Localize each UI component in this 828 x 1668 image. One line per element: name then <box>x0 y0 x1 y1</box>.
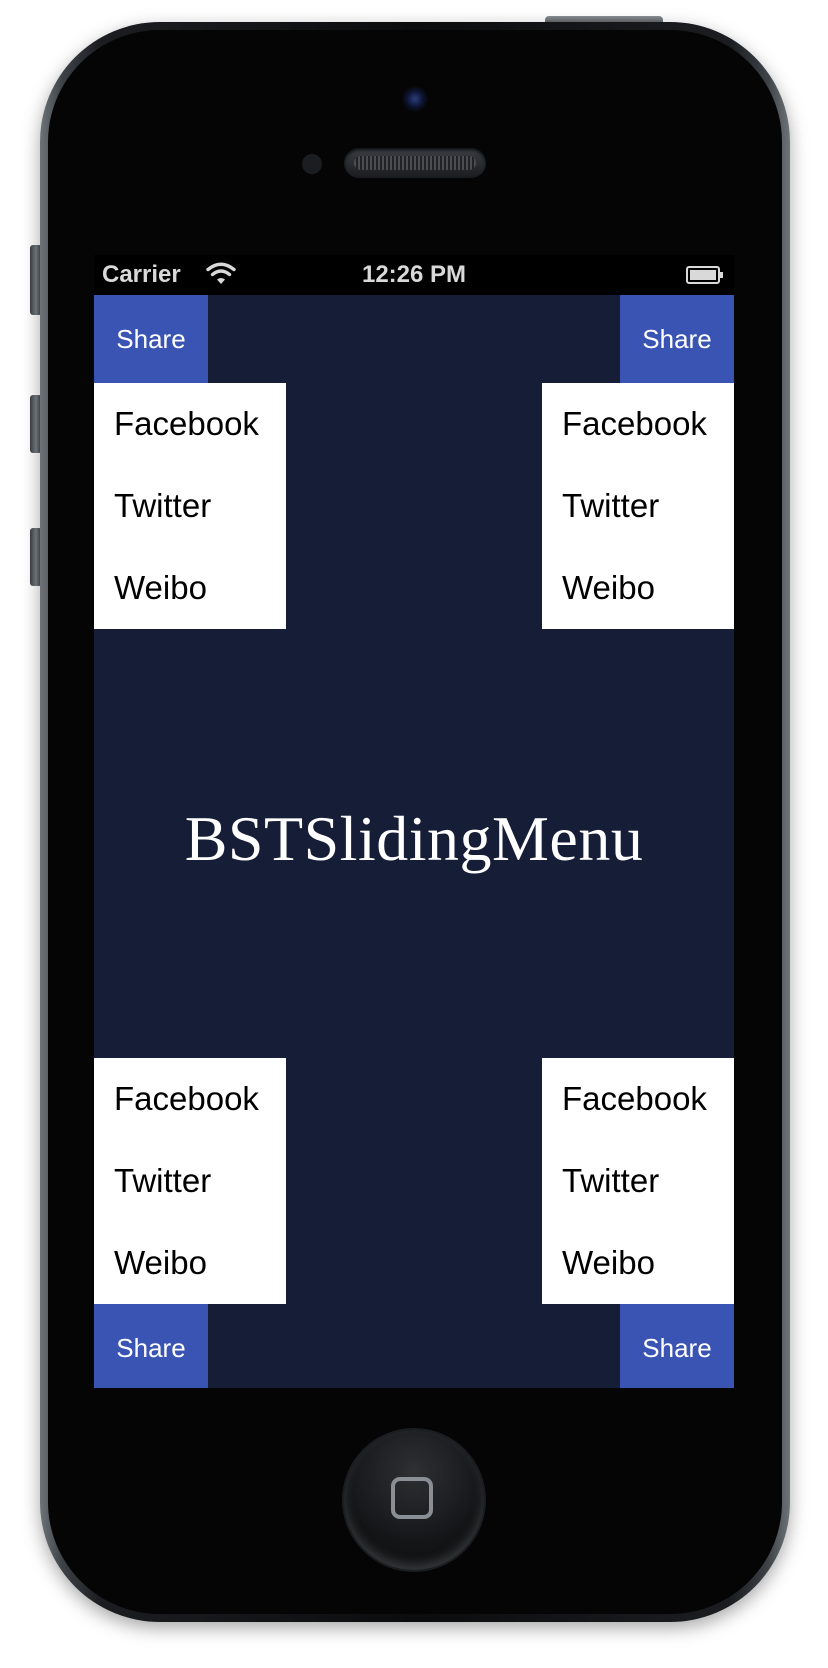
menu-item-weibo[interactable]: Weibo <box>94 547 286 629</box>
app-title: BSTSlidingMenu <box>184 803 644 874</box>
share-menu-top-left: Facebook Twitter Weibo <box>94 383 286 629</box>
share-menu-bottom-right: Facebook Twitter Weibo <box>542 1058 734 1304</box>
app-screen: Carrier 12:26 PM Share Facebook Twitter … <box>94 255 734 1388</box>
menu-item-weibo[interactable]: Weibo <box>94 1222 286 1304</box>
status-bar: Carrier 12:26 PM <box>94 255 734 295</box>
menu-item-facebook[interactable]: Facebook <box>94 383 286 465</box>
menu-item-facebook[interactable]: Facebook <box>542 1058 734 1140</box>
menu-item-facebook[interactable]: Facebook <box>94 1058 286 1140</box>
battery-icon <box>686 266 723 284</box>
device-frame: Carrier 12:26 PM Share Facebook Twitter … <box>0 0 828 1668</box>
share-menu-top-right: Facebook Twitter Weibo <box>542 383 734 629</box>
home-button[interactable] <box>344 1430 484 1570</box>
earpiece-speaker <box>344 148 486 178</box>
menu-item-facebook[interactable]: Facebook <box>542 383 734 465</box>
front-camera-icon <box>402 86 428 112</box>
share-button-top-left[interactable]: Share <box>94 295 208 383</box>
menu-item-weibo[interactable]: Weibo <box>542 1222 734 1304</box>
share-button-top-right[interactable]: Share <box>620 295 734 383</box>
menu-item-twitter[interactable]: Twitter <box>94 465 286 547</box>
menu-item-twitter[interactable]: Twitter <box>94 1140 286 1222</box>
menu-item-twitter[interactable]: Twitter <box>542 465 734 547</box>
proximity-sensor <box>302 154 322 174</box>
menu-item-twitter[interactable]: Twitter <box>542 1140 734 1222</box>
share-button-bottom-right[interactable]: Share <box>620 1304 734 1388</box>
home-square-icon <box>391 1477 433 1519</box>
status-time: 12:26 PM <box>361 261 467 288</box>
share-menu-bottom-left: Facebook Twitter Weibo <box>94 1058 286 1304</box>
menu-item-weibo[interactable]: Weibo <box>542 547 734 629</box>
share-button-bottom-left[interactable]: Share <box>94 1304 208 1388</box>
